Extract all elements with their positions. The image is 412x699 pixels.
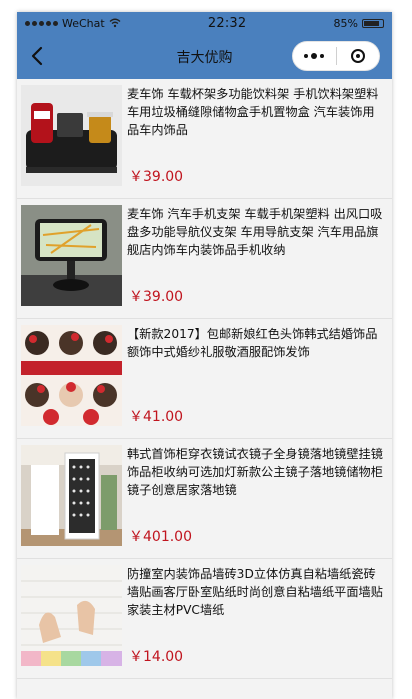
product-thumbnail xyxy=(21,205,122,306)
product-thumbnail xyxy=(21,325,122,426)
product-item[interactable]: 防撞室内装饰品墙砖3D立体仿真自粘墙纸瓷砖墙贴画客厅卧室贴纸时尚创意自粘墙纸平面… xyxy=(17,559,392,679)
status-bar: WeChat 22:32 85% xyxy=(17,12,392,34)
product-title: 麦车饰 车载杯架多功能饮料架 手机饮料架塑料 车用垃圾桶缝隙储物盒手机置物盒 汽… xyxy=(127,87,379,137)
wall-sticker-image xyxy=(21,565,122,666)
hair-accessory-image xyxy=(21,325,122,426)
more-icon xyxy=(304,53,325,59)
product-item[interactable]: 麦车饰 车载杯架多功能饮料架 手机饮料架塑料 车用垃圾桶缝隙储物盒手机置物盒 汽… xyxy=(17,79,392,199)
page-title: 吉大优购 xyxy=(176,49,233,66)
product-title: 麦车饰 汽车手机支架 车载手机架塑料 出风口吸盘多功能导航仪支架 车用导航支架 … xyxy=(127,207,383,257)
chevron-left-icon xyxy=(31,46,43,66)
phone-frame: WeChat 22:32 85% 吉大优购 麦车饰 车载杯架多功能饮料架 手机饮… xyxy=(17,12,392,699)
phone-mount-image xyxy=(21,205,122,306)
target-close-icon xyxy=(350,49,365,63)
product-price: ￥41.00 xyxy=(129,409,184,425)
nav-bar: 吉大优购 xyxy=(17,34,392,79)
product-item[interactable]: 【新款2017】包邮新娘红色头饰韩式结婚饰品额饰中式婚纱礼服敬酒服配饰发饰 ￥4… xyxy=(17,319,392,439)
product-title: 防撞室内装饰品墙砖3D立体仿真自粘墙纸瓷砖墙贴画客厅卧室贴纸时尚创意自粘墙纸平面… xyxy=(127,567,383,617)
product-thumbnail xyxy=(21,85,122,186)
product-price: ￥39.00 xyxy=(129,169,184,185)
more-button[interactable] xyxy=(293,42,336,70)
status-right: 85% xyxy=(334,17,384,30)
battery-icon xyxy=(361,18,384,28)
battery-percent: 85% xyxy=(333,16,358,30)
battery-fill xyxy=(363,20,379,26)
close-button[interactable] xyxy=(337,42,380,70)
product-price: ￥39.00 xyxy=(129,289,184,305)
mini-program-capsule xyxy=(292,41,380,71)
jewelry-mirror-image xyxy=(21,445,122,546)
product-title: 韩式首饰柜穿衣镜试衣镜子全身镜落地镜壁挂镜饰品柜收纳可选加灯新款公主镜子落地镜储… xyxy=(127,447,383,497)
product-price: ￥14.00 xyxy=(129,649,184,665)
wifi-icon xyxy=(109,18,121,28)
product-title: 【新款2017】包邮新娘红色头饰韩式结婚饰品额饰中式婚纱礼服敬酒服配饰发饰 xyxy=(127,327,378,359)
status-time: 22:32 xyxy=(207,15,247,31)
product-thumbnail xyxy=(21,445,122,546)
status-left: WeChat xyxy=(25,17,121,30)
product-item[interactable]: 韩式首饰柜穿衣镜试衣镜子全身镜落地镜壁挂镜饰品柜收纳可选加灯新款公主镜子落地镜储… xyxy=(17,439,392,559)
signal-icon xyxy=(25,20,58,26)
product-thumbnail xyxy=(21,565,122,666)
carrier-label: WeChat xyxy=(62,16,105,30)
back-button[interactable] xyxy=(25,44,49,68)
product-item[interactable]: 麦车饰 汽车手机支架 车载手机架塑料 出风口吸盘多功能导航仪支架 车用导航支架 … xyxy=(17,199,392,319)
cup-holder-image xyxy=(21,85,122,186)
product-price: ￥401.00 xyxy=(129,529,192,545)
